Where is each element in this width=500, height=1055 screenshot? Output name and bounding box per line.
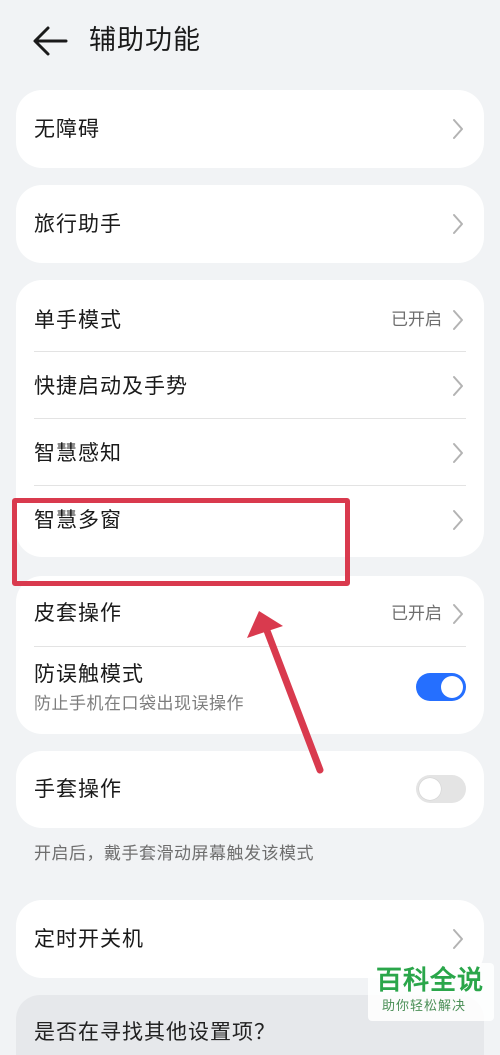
travel-assistant-label: 旅行助手: [34, 212, 122, 236]
cover-card: 皮套操作 已开启 防误触模式 防止手机在口袋出现误操作: [16, 576, 484, 734]
page-title: 辅助功能: [89, 25, 201, 56]
search-suggestion-text: 是否在寻找其他设置项？: [34, 1020, 276, 1044]
chevron-right-icon: [453, 376, 463, 396]
travel-assistant-card: 旅行助手: [16, 185, 484, 263]
cover-operation-status: 已开启: [391, 604, 442, 624]
accidental-touch-label: 防误触模式: [34, 662, 144, 686]
glove-operation-row: 手套操作: [16, 751, 484, 828]
glove-operation-label: 手套操作: [34, 777, 122, 801]
chevron-right-icon: [453, 510, 463, 530]
back-arrow-icon[interactable]: [30, 24, 70, 58]
highlight-box: [12, 498, 350, 586]
shortcut-gestures-row[interactable]: 快捷启动及手势: [16, 352, 484, 419]
accessibility-label: 无障碍: [34, 117, 100, 141]
watermark-logo: 百科全说 助你轻松解决: [368, 963, 494, 1021]
chevron-right-icon: [453, 929, 463, 949]
accidental-touch-toggle[interactable]: [416, 673, 466, 701]
scheduled-power-label: 定时开关机: [34, 927, 144, 951]
glove-operation-note: 开启后，戴手套滑动屏幕触发该模式: [34, 844, 314, 864]
accessibility-row[interactable]: 无障碍: [16, 90, 484, 168]
chevron-right-icon: [453, 214, 463, 234]
one-hand-mode-row[interactable]: 单手模式 已开启: [16, 280, 484, 352]
chevron-right-icon: [453, 604, 463, 624]
glove-card: 手套操作: [16, 751, 484, 828]
one-hand-mode-status: 已开启: [391, 310, 442, 330]
app-header: 辅助功能: [0, 0, 500, 82]
accessibility-card: 无障碍: [16, 90, 484, 168]
smart-perception-row[interactable]: 智慧感知: [16, 419, 484, 486]
cover-operation-label: 皮套操作: [34, 601, 122, 625]
glove-operation-toggle[interactable]: [416, 775, 466, 803]
smart-perception-label: 智慧感知: [34, 441, 122, 465]
one-hand-mode-label: 单手模式: [34, 308, 122, 332]
cover-operation-row[interactable]: 皮套操作 已开启: [16, 576, 484, 646]
toggle-knob: [419, 778, 441, 800]
watermark-slogan: 助你轻松解决: [382, 999, 467, 1014]
chevron-right-icon: [453, 119, 463, 139]
toggle-knob: [441, 676, 463, 698]
shortcut-gestures-label: 快捷启动及手势: [34, 374, 188, 398]
accidental-touch-description: 防止手机在口袋出现误操作: [34, 694, 244, 714]
chevron-right-icon: [453, 310, 463, 330]
watermark-brand: 百科全说: [376, 966, 485, 996]
chevron-right-icon: [453, 443, 463, 463]
travel-assistant-row[interactable]: 旅行助手: [16, 185, 484, 263]
accidental-touch-row: 防误触模式 防止手机在口袋出现误操作: [16, 647, 484, 734]
